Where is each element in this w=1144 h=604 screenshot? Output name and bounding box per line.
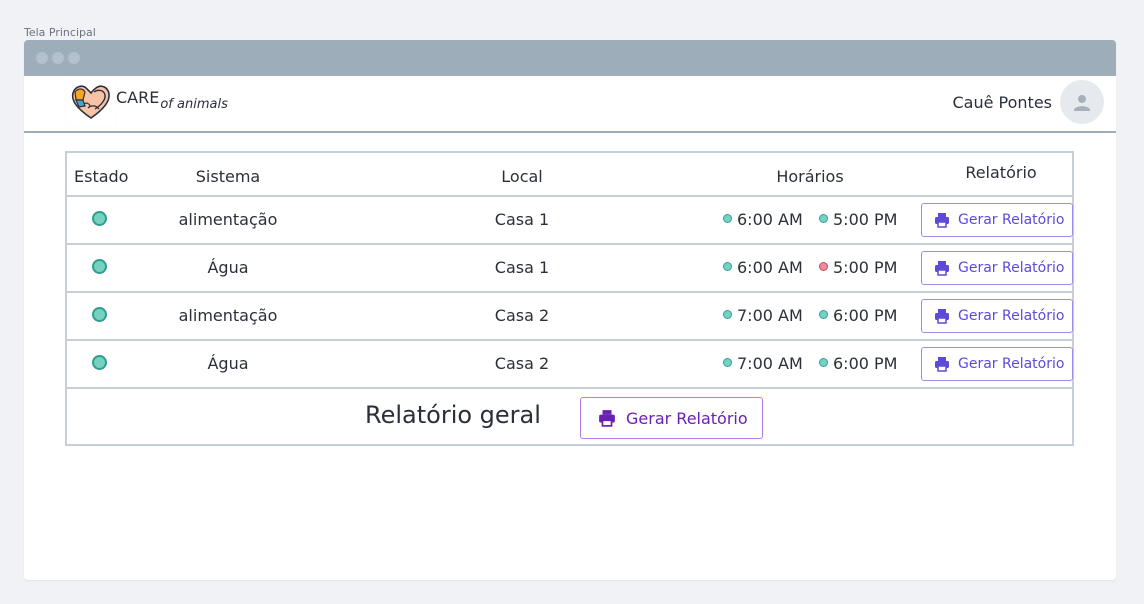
table-row: Água Casa 2 7:00 AM 6:00 PM Gerar Relató… xyxy=(67,341,1073,389)
time-status-dot xyxy=(723,262,732,271)
row-time-end: 6:00 PM xyxy=(819,341,897,387)
button-label: Gerar Relatório xyxy=(626,408,748,428)
row-time-start: 6:00 AM xyxy=(723,245,803,291)
status-dot xyxy=(92,355,107,370)
time-status-dot xyxy=(819,262,828,271)
user-name[interactable]: Cauê Pontes xyxy=(952,93,1052,112)
time-status-dot xyxy=(819,310,828,319)
printer-icon xyxy=(935,261,949,276)
button-label: Gerar Relatório xyxy=(958,212,1065,228)
status-dot xyxy=(92,211,107,226)
window-dot-3 xyxy=(68,52,80,64)
button-label: Gerar Relatório xyxy=(958,356,1065,372)
brand-suffix: of animals xyxy=(160,97,228,112)
header-local: Local xyxy=(501,167,543,186)
time-end-text: 5:00 PM xyxy=(833,258,898,277)
time-start-text: 7:00 AM xyxy=(737,306,803,325)
row-sistema: alimentação xyxy=(178,306,278,325)
row-time-start: 7:00 AM xyxy=(723,293,803,339)
printer-icon xyxy=(935,309,949,324)
row-time-end: 5:00 PM xyxy=(819,197,897,243)
row-time-start: 7:00 AM xyxy=(723,341,803,387)
table-row: Água Casa 1 6:00 AM 5:00 PM Gerar Relató… xyxy=(67,245,1073,293)
time-start-text: 6:00 AM xyxy=(737,258,803,277)
header-relatorio: Relatório xyxy=(965,163,1037,182)
button-label: Gerar Relatório xyxy=(958,308,1065,324)
time-end-text: 5:00 PM xyxy=(833,210,898,229)
general-report-title: Relatório geral xyxy=(365,401,541,429)
header-sistema: Sistema xyxy=(195,167,261,186)
app-window: CAREof animals Cauê Pontes Estado Sistem… xyxy=(24,40,1116,580)
printer-icon xyxy=(935,357,949,372)
status-dot xyxy=(92,307,107,322)
status-dot xyxy=(92,259,107,274)
generate-report-button[interactable]: Gerar Relatório xyxy=(921,347,1073,381)
app-logo[interactable] xyxy=(66,78,116,126)
row-local: Casa 1 xyxy=(494,210,550,229)
time-start-text: 6:00 AM xyxy=(737,210,803,229)
time-status-dot xyxy=(723,310,732,319)
generate-general-report-button[interactable]: Gerar Relatório xyxy=(580,397,763,439)
window-dot-2 xyxy=(52,52,64,64)
time-status-dot xyxy=(819,358,828,367)
time-end-text: 6:00 PM xyxy=(833,354,898,373)
generate-report-button[interactable]: Gerar Relatório xyxy=(921,251,1073,285)
row-sistema: Água xyxy=(207,258,249,277)
general-report-row: Relatório geral Gerar Relatório xyxy=(67,389,1072,444)
row-local: Casa 2 xyxy=(494,306,550,325)
time-status-dot xyxy=(723,214,732,223)
header-estado: Estado xyxy=(74,167,129,186)
app-header: CAREof animals Cauê Pontes xyxy=(24,76,1116,133)
time-start-text: 7:00 AM xyxy=(737,354,803,373)
button-label: Gerar Relatório xyxy=(958,260,1065,276)
generate-report-button[interactable]: Gerar Relatório xyxy=(921,299,1073,333)
printer-icon xyxy=(599,410,615,427)
row-local: Casa 2 xyxy=(494,354,550,373)
window-titlebar xyxy=(24,40,1116,76)
row-local: Casa 1 xyxy=(494,258,550,277)
header-horarios: Horários xyxy=(776,167,844,186)
systems-table: Estado Sistema Local Horários Relatório … xyxy=(65,151,1074,446)
time-end-text: 6:00 PM xyxy=(833,306,898,325)
heart-hands-logo-icon xyxy=(71,85,110,119)
table-row: alimentação Casa 1 6:00 AM 5:00 PM Gerar… xyxy=(67,197,1073,245)
avatar[interactable] xyxy=(1060,80,1104,124)
brand-name: CARE xyxy=(116,88,160,107)
window-dot-1 xyxy=(36,52,48,64)
table-header-row: Estado Sistema Local Horários Relatório xyxy=(67,153,1072,197)
printer-icon xyxy=(935,213,949,228)
row-sistema: Água xyxy=(207,354,249,373)
time-status-dot xyxy=(819,214,828,223)
user-icon xyxy=(1074,95,1090,111)
app-brand: CAREof animals xyxy=(116,88,228,112)
table-row: alimentação Casa 2 7:00 AM 6:00 PM Gerar… xyxy=(67,293,1073,341)
row-time-end: 5:00 PM xyxy=(819,245,897,291)
generate-report-button[interactable]: Gerar Relatório xyxy=(921,203,1073,237)
screen-caption: Tela Principal xyxy=(24,26,96,39)
time-status-dot xyxy=(723,358,732,367)
row-time-end: 6:00 PM xyxy=(819,293,897,339)
row-time-start: 6:00 AM xyxy=(723,197,803,243)
row-sistema: alimentação xyxy=(178,210,278,229)
